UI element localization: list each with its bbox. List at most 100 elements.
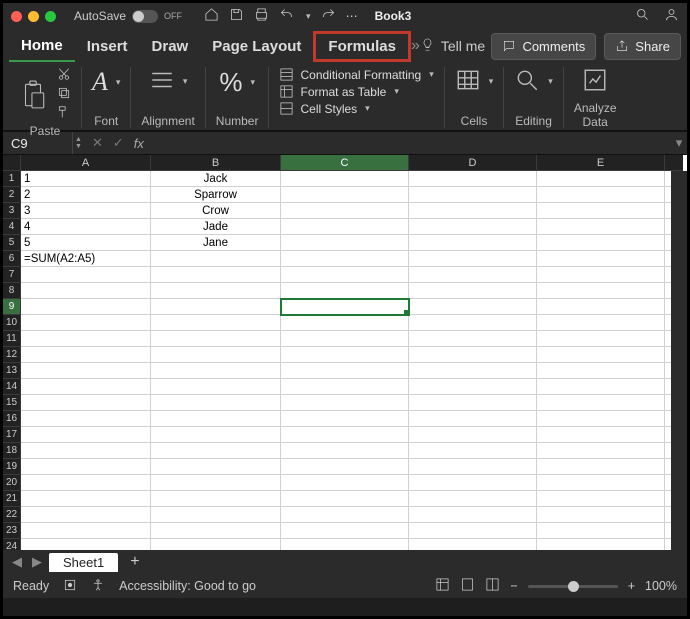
- minimize-window-button[interactable]: [28, 11, 39, 22]
- paste-icon[interactable]: [19, 80, 47, 110]
- row-header[interactable]: 23: [3, 523, 21, 539]
- sheet-tab[interactable]: Sheet1: [49, 553, 118, 572]
- cell[interactable]: [281, 539, 409, 550]
- cell[interactable]: [409, 523, 537, 539]
- cell[interactable]: [409, 299, 537, 315]
- copy-icon[interactable]: [57, 86, 71, 103]
- cell[interactable]: [281, 187, 409, 203]
- cell[interactable]: Jack: [151, 171, 281, 187]
- print-icon[interactable]: [254, 7, 269, 25]
- cell[interactable]: 5: [21, 235, 151, 251]
- cell[interactable]: [409, 331, 537, 347]
- cell[interactable]: [21, 491, 151, 507]
- cell[interactable]: [537, 507, 665, 523]
- cell[interactable]: [151, 379, 281, 395]
- format-painter-icon[interactable]: [57, 105, 71, 122]
- macro-record-icon[interactable]: [63, 578, 77, 595]
- accessibility-status[interactable]: Accessibility: Good to go: [119, 579, 256, 593]
- cell[interactable]: [537, 523, 665, 539]
- cell[interactable]: [151, 251, 281, 267]
- cell[interactable]: [151, 539, 281, 550]
- row-header[interactable]: 16: [3, 411, 21, 427]
- cell[interactable]: [281, 459, 409, 475]
- comments-button[interactable]: Comments: [491, 33, 596, 60]
- cell[interactable]: [151, 363, 281, 379]
- cell[interactable]: [409, 427, 537, 443]
- cell[interactable]: [537, 491, 665, 507]
- cell[interactable]: [21, 507, 151, 523]
- cell[interactable]: [151, 491, 281, 507]
- fx-icon[interactable]: fx: [134, 136, 144, 151]
- sheet-nav-next-icon[interactable]: ▶: [29, 554, 45, 570]
- cell[interactable]: [537, 315, 665, 331]
- cell[interactable]: [537, 427, 665, 443]
- row-header[interactable]: 11: [3, 331, 21, 347]
- cell[interactable]: [281, 331, 409, 347]
- tab-insert[interactable]: Insert: [75, 32, 140, 61]
- cell[interactable]: [537, 443, 665, 459]
- cell[interactable]: [537, 363, 665, 379]
- cell[interactable]: [21, 427, 151, 443]
- zoom-in-button[interactable]: +: [628, 579, 635, 593]
- cell[interactable]: 3: [21, 203, 151, 219]
- cell[interactable]: [409, 443, 537, 459]
- cell[interactable]: [537, 379, 665, 395]
- cut-icon[interactable]: [57, 67, 71, 84]
- column-header[interactable]: A: [21, 155, 151, 171]
- cell[interactable]: [151, 331, 281, 347]
- cell[interactable]: [281, 299, 409, 315]
- cell[interactable]: [409, 395, 537, 411]
- accessibility-icon[interactable]: [91, 578, 105, 595]
- close-window-button[interactable]: [11, 11, 22, 22]
- cell[interactable]: [409, 235, 537, 251]
- cell[interactable]: [537, 539, 665, 550]
- column-header[interactable]: C: [281, 155, 409, 171]
- share-button[interactable]: Share: [604, 33, 681, 60]
- cell[interactable]: [21, 411, 151, 427]
- row-header[interactable]: 19: [3, 459, 21, 475]
- row-header[interactable]: 1: [3, 171, 21, 187]
- cell[interactable]: [281, 395, 409, 411]
- column-header[interactable]: D: [409, 155, 537, 171]
- percent-icon[interactable]: %: [219, 67, 242, 98]
- cell[interactable]: [281, 523, 409, 539]
- cell[interactable]: [151, 347, 281, 363]
- cell[interactable]: [281, 219, 409, 235]
- cell[interactable]: [151, 459, 281, 475]
- row-header[interactable]: 13: [3, 363, 21, 379]
- undo-dropdown-icon[interactable]: ▾: [306, 11, 311, 22]
- cell[interactable]: [151, 507, 281, 523]
- cell[interactable]: [151, 523, 281, 539]
- row-header[interactable]: 4: [3, 219, 21, 235]
- cell[interactable]: [281, 443, 409, 459]
- cell[interactable]: [281, 267, 409, 283]
- cell[interactable]: [21, 539, 151, 550]
- tab-home[interactable]: Home: [9, 31, 75, 62]
- autosave-control[interactable]: AutoSave OFF: [74, 9, 182, 23]
- cell[interactable]: [537, 283, 665, 299]
- cell[interactable]: [151, 283, 281, 299]
- cell[interactable]: [21, 523, 151, 539]
- cell[interactable]: [21, 267, 151, 283]
- font-a-icon[interactable]: A: [92, 67, 108, 97]
- cell[interactable]: [409, 379, 537, 395]
- cell[interactable]: [21, 283, 151, 299]
- editing-icon[interactable]: [514, 67, 540, 96]
- cell[interactable]: [281, 171, 409, 187]
- cell[interactable]: [409, 283, 537, 299]
- cell[interactable]: [21, 443, 151, 459]
- cell[interactable]: [409, 187, 537, 203]
- home-icon[interactable]: [204, 7, 219, 25]
- cell[interactable]: [281, 235, 409, 251]
- cell[interactable]: 2: [21, 187, 151, 203]
- tab-formulas[interactable]: Formulas: [313, 31, 411, 62]
- cancel-formula-icon[interactable]: ✕: [92, 135, 103, 151]
- zoom-out-button[interactable]: −: [510, 579, 517, 593]
- row-header[interactable]: 2: [3, 187, 21, 203]
- cell[interactable]: [537, 331, 665, 347]
- row-header[interactable]: 14: [3, 379, 21, 395]
- cell[interactable]: [537, 235, 665, 251]
- cell[interactable]: Crow: [151, 203, 281, 219]
- tab-scroll-icon[interactable]: »: [411, 37, 420, 55]
- cell[interactable]: [409, 203, 537, 219]
